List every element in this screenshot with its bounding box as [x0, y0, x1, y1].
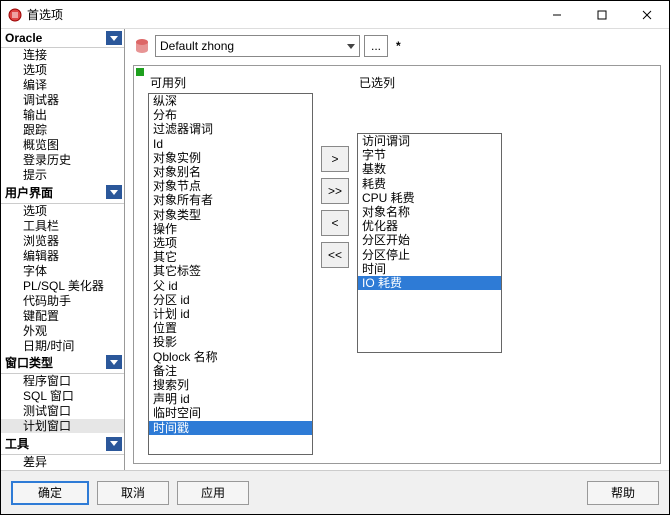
- list-item[interactable]: IO 耗费: [358, 276, 501, 290]
- list-item[interactable]: 字节: [358, 148, 501, 162]
- database-icon: [133, 37, 151, 55]
- list-item[interactable]: 过滤器谓词: [149, 122, 312, 136]
- selected-listbox[interactable]: 访问谓词字节基数耗费CPU 耗费对象名称优化器分区开始分区停止时间IO 耗费: [357, 133, 502, 353]
- list-item[interactable]: 位置: [149, 321, 312, 335]
- available-listbox[interactable]: 纵深分布过滤器谓词Id对象实例对象别名对象节点对象所有者对象类型操作选项其它其它…: [148, 93, 313, 455]
- footer: 确定 取消 应用 帮助: [1, 470, 669, 514]
- sidebar-item[interactable]: 提示: [1, 168, 124, 182]
- move-left-button[interactable]: <: [321, 210, 349, 236]
- status-indicator: [136, 68, 144, 76]
- list-item[interactable]: 对象实例: [149, 151, 312, 165]
- profile-select[interactable]: Default zhong: [155, 35, 360, 57]
- sidebar-item[interactable]: 登录历史: [1, 153, 124, 168]
- list-item[interactable]: 纵深: [149, 94, 312, 108]
- list-item[interactable]: Id: [149, 137, 312, 151]
- list-item[interactable]: 时间: [358, 262, 501, 276]
- list-item[interactable]: 临时空间: [149, 406, 312, 420]
- list-item[interactable]: 基数: [358, 162, 501, 176]
- list-item[interactable]: 时间戳: [149, 421, 312, 435]
- sidebar-item[interactable]: 外观: [1, 324, 124, 339]
- sidebar-item[interactable]: 概览图: [1, 138, 124, 153]
- apply-button[interactable]: 应用: [177, 481, 249, 505]
- list-item[interactable]: 分区 id: [149, 293, 312, 307]
- list-item[interactable]: 分区开始: [358, 233, 501, 247]
- list-item[interactable]: 优化器: [358, 219, 501, 233]
- sidebar-item[interactable]: 代码助手: [1, 294, 124, 309]
- ok-button[interactable]: 确定: [11, 481, 89, 505]
- titlebar: 首选项: [1, 1, 669, 29]
- chevron-down-icon: [347, 44, 355, 49]
- maximize-button[interactable]: [579, 1, 624, 29]
- sidebar-item[interactable]: 编辑器: [1, 249, 124, 264]
- list-item[interactable]: 选项: [149, 236, 312, 250]
- list-item[interactable]: 声明 id: [149, 392, 312, 406]
- minimize-button[interactable]: [534, 1, 579, 29]
- selected-label: 已选列: [359, 74, 502, 91]
- move-all-left-button[interactable]: <<: [321, 242, 349, 268]
- list-item[interactable]: 分布: [149, 108, 312, 122]
- window-title: 首选项: [27, 6, 63, 23]
- sidebar-item[interactable]: 日期/时间: [1, 339, 124, 352]
- sidebar-item[interactable]: 调试器: [1, 93, 124, 108]
- sidebar-item[interactable]: 编译: [1, 78, 124, 93]
- browse-button[interactable]: ...: [364, 35, 388, 57]
- list-item[interactable]: 操作: [149, 222, 312, 236]
- available-label: 可用列: [150, 74, 313, 91]
- list-item[interactable]: 搜索列: [149, 378, 312, 392]
- sidebar-section-header[interactable]: 用户界面: [3, 183, 106, 202]
- list-item[interactable]: 其它: [149, 250, 312, 264]
- list-item[interactable]: 对象所有者: [149, 193, 312, 207]
- sidebar-item[interactable]: 选项: [1, 63, 124, 78]
- list-item[interactable]: Qblock 名称: [149, 350, 312, 364]
- sidebar-item[interactable]: 输出: [1, 108, 124, 123]
- sidebar-section-header[interactable]: 工具: [3, 434, 106, 453]
- list-item[interactable]: 对象类型: [149, 208, 312, 222]
- sidebar-item[interactable]: 差异: [1, 455, 124, 470]
- chevron-down-icon[interactable]: [106, 437, 122, 451]
- sidebar-item[interactable]: 连接: [1, 48, 124, 63]
- list-item[interactable]: 对象别名: [149, 165, 312, 179]
- sidebar: Oracle连接选项编译调试器输出跟踪概览图登录历史提示用户界面选项工具栏浏览器…: [1, 29, 125, 470]
- sidebar-item[interactable]: 键配置: [1, 309, 124, 324]
- list-item[interactable]: 分区停止: [358, 248, 501, 262]
- sidebar-item[interactable]: 工具栏: [1, 219, 124, 234]
- list-item[interactable]: 访问谓词: [358, 134, 501, 148]
- list-item[interactable]: 对象节点: [149, 179, 312, 193]
- sidebar-item[interactable]: 程序窗口: [1, 374, 124, 389]
- profile-value: Default zhong: [160, 39, 234, 53]
- cancel-button[interactable]: 取消: [97, 481, 169, 505]
- chevron-down-icon[interactable]: [106, 185, 122, 199]
- sidebar-item[interactable]: 字体: [1, 264, 124, 279]
- sidebar-item[interactable]: 测试窗口: [1, 404, 124, 419]
- chevron-down-icon[interactable]: [106, 31, 122, 45]
- sidebar-item[interactable]: 计划窗口: [1, 419, 124, 433]
- chevron-down-icon[interactable]: [106, 355, 122, 369]
- list-item[interactable]: 对象名称: [358, 205, 501, 219]
- list-item[interactable]: 其它标签: [149, 264, 312, 278]
- list-item[interactable]: 备注: [149, 364, 312, 378]
- sidebar-section-header[interactable]: 窗口类型: [3, 353, 106, 372]
- sidebar-item[interactable]: PL/SQL 美化器: [1, 279, 124, 294]
- sidebar-item[interactable]: SQL 窗口: [1, 389, 124, 404]
- list-item[interactable]: 父 id: [149, 279, 312, 293]
- modified-indicator: *: [396, 39, 401, 53]
- close-button[interactable]: [624, 1, 669, 29]
- sidebar-item[interactable]: 跟踪: [1, 123, 124, 138]
- list-item[interactable]: CPU 耗费: [358, 191, 501, 205]
- app-icon: [7, 7, 23, 23]
- list-item[interactable]: 投影: [149, 335, 312, 349]
- help-button[interactable]: 帮助: [587, 481, 659, 505]
- move-all-right-button[interactable]: >>: [321, 178, 349, 204]
- list-item[interactable]: 耗费: [358, 177, 501, 191]
- sidebar-item[interactable]: 选项: [1, 204, 124, 219]
- sidebar-section-header[interactable]: Oracle: [3, 30, 106, 46]
- move-right-button[interactable]: >: [321, 146, 349, 172]
- sidebar-item[interactable]: 浏览器: [1, 234, 124, 249]
- list-item[interactable]: 计划 id: [149, 307, 312, 321]
